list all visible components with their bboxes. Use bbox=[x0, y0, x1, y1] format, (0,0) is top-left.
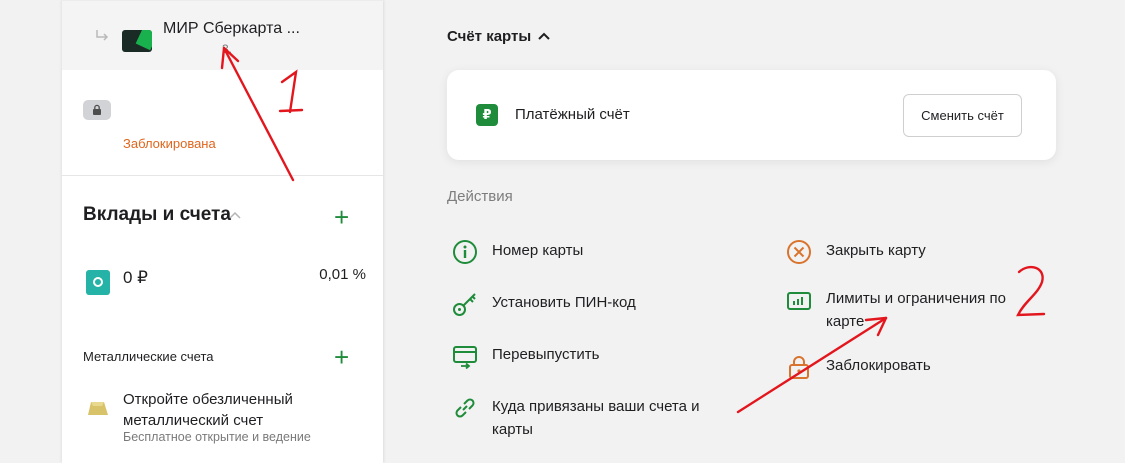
action-block[interactable]: Заблокировать bbox=[786, 354, 931, 380]
action-label: Закрыть карту bbox=[826, 242, 926, 259]
action-set-pin[interactable]: Установить ПИН-код bbox=[452, 291, 636, 317]
action-label: Куда привязаны ваши счета и карты bbox=[492, 398, 700, 438]
account-balance[interactable]: 0 ₽ bbox=[123, 268, 148, 288]
metal-account-subtitle: Бесплатное открытие и ведение bbox=[123, 430, 311, 444]
chevron-up-icon[interactable] bbox=[229, 211, 241, 219]
ruble-icon: ₽ bbox=[476, 104, 498, 126]
info-icon bbox=[453, 240, 477, 264]
action-label: Заблокировать bbox=[826, 357, 931, 374]
blocked-card-item[interactable]: Заблокирована bbox=[62, 70, 383, 176]
card-name: МИР Сберкарта ... bbox=[163, 20, 300, 37]
deposits-title[interactable]: Вклады и счета bbox=[83, 204, 231, 226]
reissue-icon bbox=[453, 346, 477, 369]
account-name: Платёжный счёт bbox=[515, 106, 630, 123]
action-reissue[interactable]: Перевыпустить bbox=[452, 343, 599, 369]
action-linked-accounts[interactable]: Куда привязаны ваши счета и карты bbox=[452, 395, 712, 441]
change-account-button[interactable]: Сменить счёт bbox=[903, 94, 1022, 137]
actions-title: Действия bbox=[447, 188, 513, 205]
card-subtitle: 3. bbox=[222, 42, 233, 56]
lock-icon bbox=[789, 356, 809, 379]
limits-icon bbox=[787, 292, 811, 310]
blocked-status: Заблокирована bbox=[123, 136, 216, 151]
action-label: Перевыпустить bbox=[492, 346, 600, 363]
metal-account-offer[interactable]: Откройте обезличенный металлический счет bbox=[123, 389, 373, 431]
action-label: Лимиты и ограничения по карте bbox=[826, 290, 1007, 330]
link-icon bbox=[455, 398, 475, 418]
chevron-up-icon[interactable] bbox=[537, 31, 551, 41]
action-card-number[interactable]: Номер карты bbox=[452, 239, 583, 265]
sidebar: МИР Сберкарта ... 3. Заблокирована Вклад… bbox=[62, 0, 383, 463]
add-deposit-icon[interactable]: + bbox=[334, 204, 349, 230]
gold-bar-icon bbox=[88, 402, 108, 415]
action-limits[interactable]: Лимиты и ограничения по карте bbox=[786, 287, 1011, 333]
action-label: Номер карты bbox=[492, 242, 584, 259]
add-metal-account-icon[interactable]: + bbox=[334, 344, 349, 370]
action-close-card[interactable]: Закрыть карту bbox=[786, 239, 926, 265]
sub-item-arrow-icon bbox=[96, 30, 109, 41]
key-icon bbox=[453, 293, 476, 316]
lock-icon bbox=[83, 100, 111, 120]
account-card: ₽ Платёжный счёт Сменить счёт bbox=[447, 70, 1056, 160]
metal-accounts-title: Металлические счета bbox=[83, 349, 214, 364]
card-list-item[interactable]: МИР Сберкарта ... 3. bbox=[62, 0, 383, 70]
interest-rate: 0,01 % bbox=[319, 266, 366, 283]
safe-icon bbox=[86, 270, 110, 295]
account-section-header[interactable]: Счёт карты bbox=[447, 28, 531, 45]
card-thumbnail-icon bbox=[122, 30, 152, 52]
close-card-icon bbox=[787, 240, 811, 264]
annotation-digit-2-stroke bbox=[1016, 265, 1046, 317]
action-label: Установить ПИН-код bbox=[492, 294, 636, 311]
